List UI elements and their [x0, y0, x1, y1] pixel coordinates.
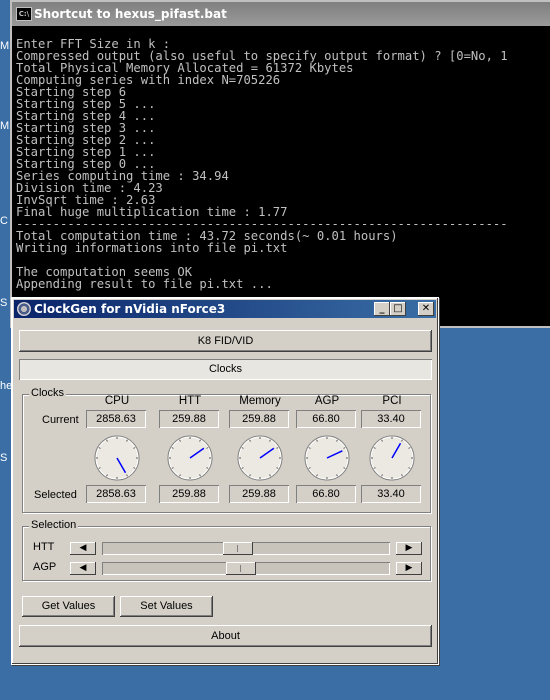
column-header-htt: HTT — [178, 395, 202, 407]
selected-memory-value: 259.88 — [229, 485, 289, 503]
desktop-icon-label[interactable]: M — [0, 120, 9, 132]
selected-cpu-value: 2858.63 — [86, 485, 146, 503]
maximize-button[interactable]: □ — [390, 302, 406, 316]
current-memory-value: 259.88 — [229, 410, 289, 428]
desktop-icon-label[interactable]: M — [0, 40, 9, 52]
console-output: Enter FFT Size in k : Compressed output (… — [16, 38, 550, 326]
agp-gauge-icon — [304, 435, 350, 481]
close-button[interactable]: ✕ — [418, 302, 434, 316]
console-title: Shortcut to hexus_pifast.bat — [34, 7, 227, 21]
clockgen-title-bar[interactable]: ClockGen for nVidia nForce3 _ □ ✕ — [14, 300, 436, 318]
current-htt-value: 259.88 — [159, 410, 219, 428]
column-header-cpu: CPU — [104, 395, 130, 407]
cpu-gauge-icon — [94, 435, 140, 481]
clockgen-window[interactable]: ClockGen for nVidia nForce3 _ □ ✕ K8 FID… — [11, 297, 439, 665]
set-values-button[interactable]: Set Values — [120, 596, 213, 617]
agp-slider-thumb[interactable] — [226, 562, 256, 575]
gear-icon[interactable] — [17, 302, 31, 316]
minimize-button[interactable]: _ — [374, 302, 390, 316]
arrow-right-icon: ▶ — [405, 563, 413, 573]
desktop-icon-label[interactable]: S — [0, 297, 7, 309]
console-title-bar[interactable]: C:\ Shortcut to hexus_pifast.bat — [12, 2, 550, 26]
clockgen-title: ClockGen for nVidia nForce3 — [34, 302, 226, 316]
column-header-pci: PCI — [382, 395, 402, 407]
htt-slider[interactable] — [102, 542, 390, 555]
agp-increase-button[interactable]: ▶ — [396, 562, 422, 575]
selected-label: Selected — [34, 489, 77, 501]
column-header-memory: Memory — [239, 395, 281, 407]
selected-agp-value: 66.80 — [296, 485, 356, 503]
agp-slider[interactable] — [102, 562, 390, 575]
desktop-icon-label[interactable]: S — [0, 452, 7, 464]
current-pci-value: 33.40 — [361, 410, 421, 428]
agp-decrease-button[interactable]: ◀ — [70, 562, 96, 575]
current-cpu-value: 2858.63 — [86, 410, 146, 428]
about-button[interactable]: About — [19, 625, 432, 647]
selected-pci-value: 33.40 — [361, 485, 421, 503]
console-icon[interactable]: C:\ — [16, 7, 32, 21]
selection-group-label: Selection — [29, 519, 79, 531]
memory-gauge-icon — [237, 435, 283, 481]
current-label: Current — [42, 414, 79, 426]
pci-gauge-icon — [369, 435, 415, 481]
arrow-left-icon: ◀ — [79, 543, 87, 553]
arrow-left-icon: ◀ — [79, 563, 87, 573]
console-line: Writing informations into file pi.txt — [16, 241, 288, 255]
column-header-agp: AGP — [314, 395, 340, 407]
htt-slider-thumb[interactable] — [223, 542, 253, 555]
htt-decrease-button[interactable]: ◀ — [70, 542, 96, 555]
tab-k8-fid-vid[interactable]: K8 FID/VID — [19, 330, 432, 352]
htt-slider-label: HTT — [33, 541, 55, 553]
console-window[interactable]: C:\ Shortcut to hexus_pifast.bat Enter F… — [10, 0, 550, 328]
get-values-button[interactable]: Get Values — [22, 596, 115, 617]
arrow-right-icon: ▶ — [405, 543, 413, 553]
current-agp-value: 66.80 — [296, 410, 356, 428]
tab-clocks[interactable]: Clocks — [19, 359, 432, 380]
htt-increase-button[interactable]: ▶ — [396, 542, 422, 555]
desktop-icon-label[interactable]: C — [0, 215, 8, 227]
console-line: Appending result to file pi.txt ... — [16, 277, 273, 291]
htt-gauge-icon — [167, 435, 213, 481]
agp-slider-label: AGP — [33, 561, 57, 573]
selected-htt-value: 259.88 — [159, 485, 219, 503]
clocks-group-label: Clocks — [29, 387, 67, 399]
